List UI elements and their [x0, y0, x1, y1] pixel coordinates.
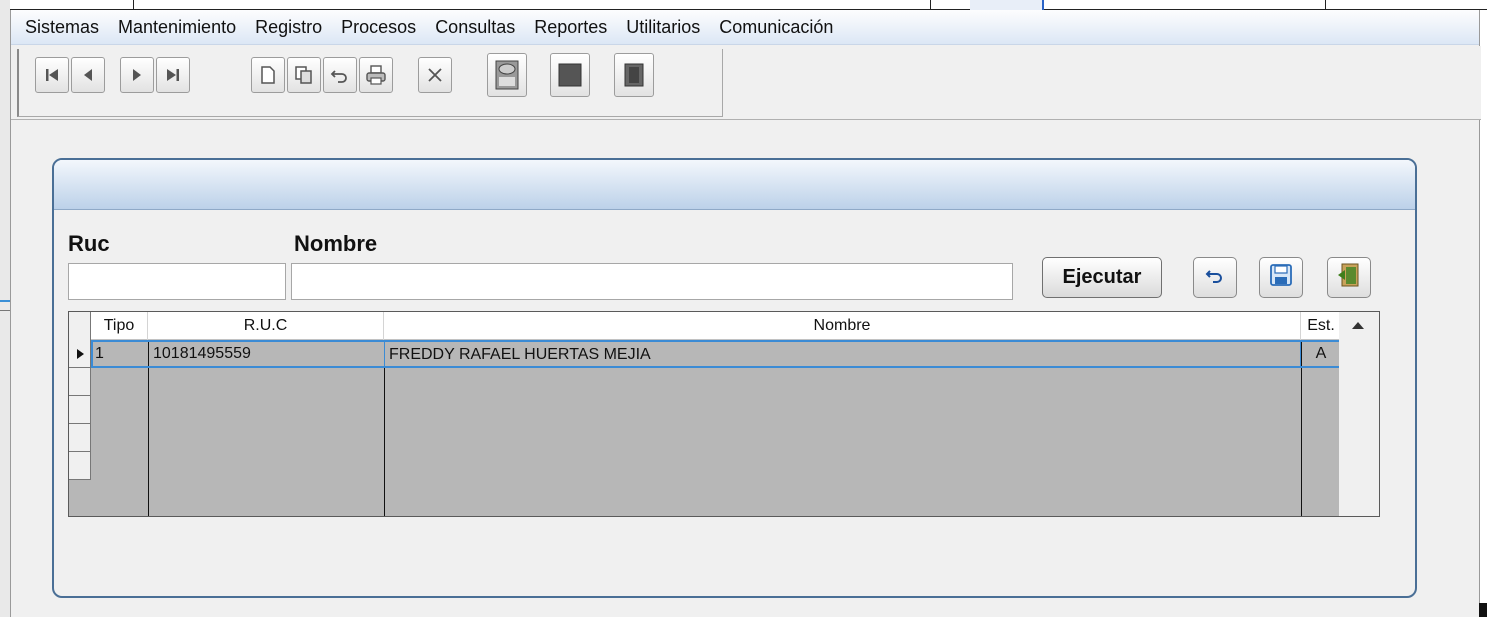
menu-bar: Sistemas Mantenimiento Registro Procesos…: [11, 10, 1479, 45]
stop-button[interactable]: [550, 53, 590, 97]
menu-consultas[interactable]: Consultas: [435, 17, 515, 38]
next-record-button[interactable]: [120, 57, 154, 93]
menu-comunicacion[interactable]: Comunicación: [719, 17, 833, 38]
row-indicator[interactable]: [69, 424, 91, 452]
row-indicator-current[interactable]: [69, 340, 91, 368]
delete-icon: [426, 66, 444, 84]
last-record-icon: [165, 67, 181, 83]
delete-button[interactable]: [418, 57, 452, 93]
cell-tipo[interactable]: 1: [95, 341, 104, 367]
toolbar: [17, 49, 723, 117]
exit-door-icon: [621, 61, 647, 89]
column-header-ruc[interactable]: R.U.C: [148, 312, 384, 340]
cell-nombre[interactable]: FREDDY RAFAEL HUERTAS MEJIA: [384, 341, 1301, 367]
background-divider-2: [0, 310, 10, 311]
search-panel: Ruc Nombre Ejecutar Tipo R.U.C Nombre Es…: [52, 158, 1417, 598]
undo-icon: [330, 67, 350, 83]
background-window-edge: [0, 0, 10, 617]
menu-utilitarios[interactable]: Utilitarios: [626, 17, 700, 38]
copy-icon: [294, 65, 314, 85]
row-indicator[interactable]: [69, 368, 91, 396]
first-record-icon: [44, 67, 60, 83]
menu-registro[interactable]: Registro: [255, 17, 322, 38]
menu-mantenimiento[interactable]: Mantenimiento: [118, 17, 236, 38]
undo-icon: [1205, 267, 1225, 288]
menu-sistemas[interactable]: Sistemas: [25, 17, 99, 38]
print-icon: [365, 65, 387, 85]
column-header-nombre[interactable]: Nombre: [384, 312, 1301, 340]
copy-button[interactable]: [287, 57, 321, 93]
column-header-tipo[interactable]: Tipo: [91, 312, 148, 340]
row-indicator[interactable]: [69, 452, 91, 480]
ruc-label: Ruc: [68, 231, 110, 256]
next-record-icon: [130, 67, 144, 83]
undo-button[interactable]: [323, 57, 357, 93]
previous-record-button[interactable]: [71, 57, 105, 93]
print-button[interactable]: [359, 57, 393, 93]
row-indicator[interactable]: [69, 396, 91, 424]
cell-ruc[interactable]: 10181495559: [153, 341, 251, 367]
background-window-strip: [0, 0, 1487, 10]
app-window: Sistemas Mantenimiento Registro Procesos…: [10, 10, 1481, 617]
calculator-button[interactable]: [487, 53, 527, 97]
exit-form-button[interactable]: [1327, 257, 1371, 298]
cell-est[interactable]: A: [1301, 341, 1341, 367]
stop-icon: [557, 62, 583, 88]
scroll-up-arrow-icon[interactable]: [1352, 322, 1364, 329]
panel-title-bar: [54, 160, 1415, 210]
exit-door-icon: [1336, 262, 1362, 293]
background-window-corner: [1479, 603, 1487, 617]
calculator-icon: [493, 59, 521, 91]
grid-header: Tipo R.U.C Nombre Est.: [69, 312, 1341, 340]
new-document-icon: [259, 65, 277, 85]
undo-search-button[interactable]: [1193, 257, 1237, 298]
last-record-button[interactable]: [156, 57, 190, 93]
menu-procesos[interactable]: Procesos: [341, 17, 416, 38]
grid-corner: [69, 312, 91, 340]
nombre-label: Nombre: [294, 231, 378, 256]
background-divider: [0, 300, 10, 302]
toolbar-area: [11, 46, 1481, 120]
previous-record-icon: [81, 67, 95, 83]
results-grid[interactable]: Tipo R.U.C Nombre Est. 1 10181495559 FRE…: [68, 311, 1380, 517]
execute-button[interactable]: Ejecutar: [1042, 257, 1162, 298]
column-header-est[interactable]: Est.: [1301, 312, 1341, 340]
grid-scrollbar[interactable]: [1339, 312, 1379, 516]
save-button[interactable]: [1259, 257, 1303, 298]
new-button[interactable]: [251, 57, 285, 93]
execute-label: Ejecutar: [1062, 266, 1142, 288]
first-record-button[interactable]: [35, 57, 69, 93]
save-icon: [1269, 263, 1293, 292]
menu-reportes[interactable]: Reportes: [534, 17, 607, 38]
nombre-input[interactable]: [291, 263, 1013, 300]
ruc-input[interactable]: [68, 263, 286, 300]
exit-button[interactable]: [614, 53, 654, 97]
